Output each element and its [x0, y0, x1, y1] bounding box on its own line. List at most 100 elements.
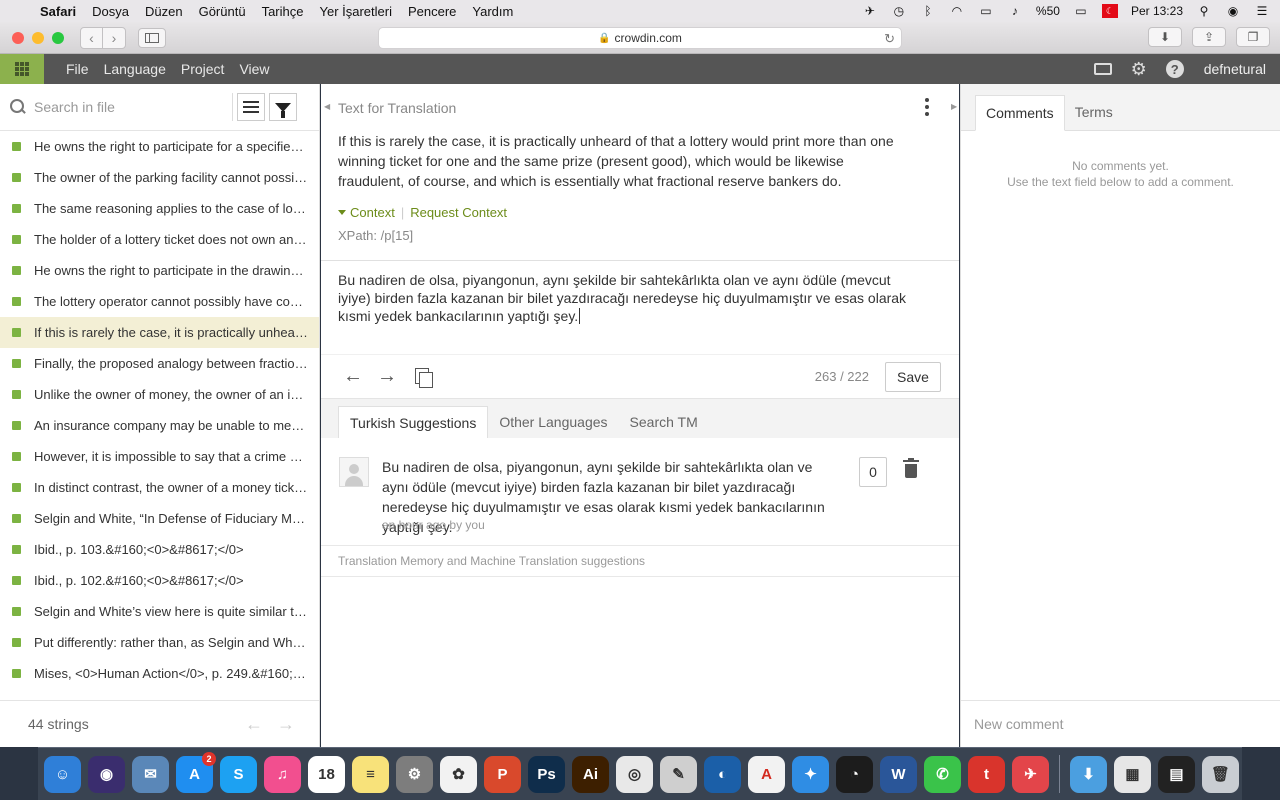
menu-view[interactable]: View [239, 61, 269, 77]
menu-language[interactable]: Language [104, 61, 166, 77]
string-list-item[interactable]: Ibid., p. 102.&#160;<0>&#8617;</0> [0, 565, 319, 596]
tab-turkish-suggestions[interactable]: Turkish Suggestions [338, 406, 489, 438]
menubar-item-dosya[interactable]: Dosya [92, 4, 129, 19]
calendar-icon[interactable]: 18 [308, 755, 345, 793]
notes-icon[interactable]: ≡ [352, 755, 389, 793]
string-list-item[interactable]: Selgin and White, “In Defense of Fiducia… [0, 503, 319, 534]
tabs-overview-icon[interactable]: ❐ [1236, 27, 1270, 47]
string-list-item[interactable]: Unlike the owner of money, the owner of … [0, 379, 319, 410]
trash-icon[interactable]: 🗑 [1202, 755, 1239, 793]
string-list-item[interactable]: However, it is impossible to say that a … [0, 441, 319, 472]
bluetooth-icon[interactable]: ᛒ [920, 4, 936, 18]
spotlight-search-icon[interactable]: ⚲ [1196, 4, 1212, 18]
window-thumb-icon[interactable]: ▦ [1114, 755, 1151, 793]
spotify-icon[interactable]: ◔ [836, 755, 873, 793]
preview-icon[interactable]: ✉ [132, 755, 169, 793]
notification-center-icon[interactable]: ☰ [1254, 4, 1270, 18]
menubar-item-yer-i-şaretleri[interactable]: Yer İşaretleri [319, 4, 392, 19]
context-link[interactable]: Context [350, 205, 395, 220]
collapse-left-icon[interactable]: ◀ [324, 102, 330, 111]
back-icon[interactable]: ‹ [81, 27, 103, 48]
string-list-item[interactable]: Put differently: rather than, as Selgin … [0, 627, 319, 658]
zoom-window-button[interactable] [52, 31, 64, 44]
settings-gear-icon[interactable]: ⚙ [1128, 58, 1150, 80]
translation-editor[interactable]: Bu nadiren de olsa, piyangonun, aynı şek… [321, 261, 931, 354]
camera-raw-icon[interactable]: ◐ [704, 755, 741, 793]
menubar-item-yardım[interactable]: Yardım [472, 4, 513, 19]
more-options-icon[interactable] [925, 98, 929, 116]
tab-comments[interactable]: Comments [975, 95, 1065, 131]
string-list-item[interactable]: If this is rarely the case, it is practi… [0, 317, 319, 348]
request-context-link[interactable]: Request Context [410, 205, 507, 220]
prev-page-icon[interactable]: ← [245, 714, 263, 735]
finder-icon[interactable]: ☺ [44, 755, 81, 793]
photos-icon[interactable]: ✿ [440, 755, 477, 793]
menu-project[interactable]: Project [181, 61, 225, 77]
tab-search-tm[interactable]: Search TM [619, 406, 709, 438]
itunes-icon[interactable]: ♫ [264, 755, 301, 793]
username[interactable]: defnetural [1204, 61, 1266, 77]
script-editor-icon[interactable]: ✎ [660, 755, 697, 793]
string-list-item[interactable]: In distinct contrast, the owner of a mon… [0, 472, 319, 503]
copy-source-icon[interactable] [415, 367, 433, 388]
airmail-icon[interactable]: ✈ [1012, 755, 1049, 793]
photoshop-icon[interactable]: Ps [528, 755, 565, 793]
next-string-icon[interactable]: → [377, 365, 397, 388]
new-comment-input[interactable] [974, 716, 1264, 732]
messages-icon[interactable]: ✆ [924, 755, 961, 793]
string-list-item[interactable]: The lottery operator cannot possibly hav… [0, 286, 319, 317]
forward-icon[interactable]: › [103, 28, 125, 48]
context-toggle-icon[interactable] [338, 210, 346, 215]
save-button[interactable]: Save [885, 361, 941, 392]
menubar-item-tarihçe[interactable]: Tarihçe [262, 4, 304, 19]
battery-icon[interactable]: ▭ [1073, 4, 1089, 18]
system-preferences-icon[interactable]: ⚙ [396, 755, 433, 793]
close-window-button[interactable] [12, 31, 24, 44]
menubar-item-safari[interactable]: Safari [40, 4, 76, 19]
battery-percent[interactable]: %50 [1036, 4, 1060, 18]
previous-string-icon[interactable]: ← [343, 365, 363, 388]
wifi-icon[interactable]: ◠ [949, 4, 965, 18]
tumblr-icon[interactable]: t [968, 755, 1005, 793]
minimize-window-button[interactable] [32, 31, 44, 44]
skype-icon[interactable]: S [220, 755, 257, 793]
string-list-item[interactable]: Selgin and White’s view here is quite si… [0, 596, 319, 627]
string-list-item[interactable]: Mises, <0>Human Action</0>, p. 249.&#160… [0, 658, 319, 689]
turkish-flag-icon[interactable]: ☾ [1101, 4, 1118, 18]
share-icon[interactable]: ⇪ [1192, 27, 1226, 47]
acrobat-icon[interactable]: A [748, 755, 785, 793]
filter-button[interactable] [269, 93, 297, 121]
reload-icon[interactable]: ↻ [884, 31, 895, 47]
airplay-icon[interactable]: ▭ [978, 4, 994, 18]
downloads-icon[interactable]: ⬇ [1070, 755, 1107, 793]
string-list-item[interactable]: An insurance company may be unable to me… [0, 410, 319, 441]
clock[interactable]: Per 13:23 [1131, 4, 1183, 18]
address-bar[interactable]: 🔒 crowdin.com ↻ [378, 27, 902, 49]
airmail-status-icon[interactable]: ✈ [862, 4, 878, 18]
next-page-icon[interactable]: → [277, 714, 295, 735]
volume-icon[interactable]: ♪ [1007, 4, 1023, 18]
string-list-item[interactable]: The owner of the parking facility cannot… [0, 162, 319, 193]
menubar-item-düzen[interactable]: Düzen [145, 4, 183, 19]
wps-icon[interactable]: P [484, 755, 521, 793]
string-list-item[interactable]: Ibid., p. 103.&#160;<0>&#8617;</0> [0, 534, 319, 565]
tab-terms[interactable]: Terms [1065, 94, 1123, 130]
collapse-right-icon[interactable]: ▶ [951, 102, 957, 111]
word-icon[interactable]: W [880, 755, 917, 793]
keyboard-shortcuts-icon[interactable] [1092, 58, 1114, 80]
siri-icon[interactable]: ◉ [1225, 4, 1241, 18]
time-machine-icon[interactable]: ◷ [891, 4, 907, 18]
siri-icon[interactable]: ◉ [88, 755, 125, 793]
safari-icon[interactable]: ✦ [792, 755, 829, 793]
apps-grid-button[interactable] [0, 54, 44, 84]
downloads-icon[interactable]: ⬇ [1148, 27, 1182, 47]
menubar-item-görüntü[interactable]: Görüntü [199, 4, 246, 19]
illustrator-icon[interactable]: Ai [572, 755, 609, 793]
string-list-item[interactable]: The same reasoning applies to the case o… [0, 193, 319, 224]
chrome-icon[interactable]: ◎ [616, 755, 653, 793]
list-view-button[interactable] [237, 93, 265, 121]
menubar-item-pencere[interactable]: Pencere [408, 4, 456, 19]
app-store-icon[interactable]: A2 [176, 751, 216, 793]
sidebar-toggle-button[interactable] [138, 27, 166, 48]
string-list-item[interactable]: Finally, the proposed analogy between fr… [0, 348, 319, 379]
